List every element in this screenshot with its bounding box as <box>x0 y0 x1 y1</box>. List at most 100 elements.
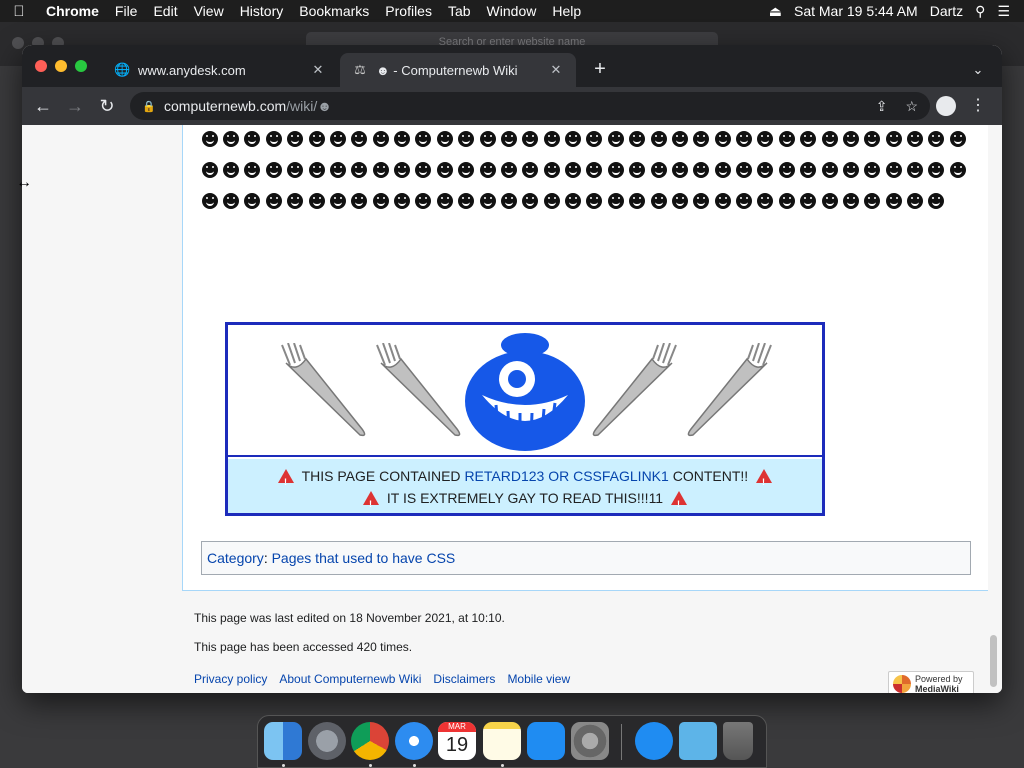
smiley-face-icon <box>714 193 731 209</box>
window-close-icon[interactable] <box>35 60 47 72</box>
forward-arrow-icon[interactable]: → <box>62 94 88 118</box>
menubar-status-area: ⏏ Sat Mar 19 5:44 AM Dartz ⚲ ☰ <box>769 3 1024 20</box>
smiley-face-icon <box>287 193 304 209</box>
menu-history[interactable]: History <box>232 0 292 22</box>
address-bar[interactable]: 🔒 computernewb.com/wiki/☻ ⇪ ☆ <box>130 92 930 120</box>
spotlight-search-icon[interactable]: ⚲ <box>975 3 985 20</box>
tab-title: ☻ - Computernewb Wiki <box>376 62 518 78</box>
powered-by-mediawiki-badge[interactable]: Powered by MediaWiki <box>888 671 974 693</box>
smiley-face-icon <box>821 193 838 209</box>
smiley-face-icon <box>201 193 218 209</box>
eject-icon[interactable]: ⏏ <box>769 3 782 20</box>
profile-avatar-icon[interactable] <box>936 96 956 116</box>
control-center-icon[interactable]: ☰ <box>997 3 1010 20</box>
new-tab-icon[interactable]: + <box>588 58 612 82</box>
smiley-face-icon <box>736 193 753 209</box>
reload-icon[interactable]: ↻ <box>94 94 120 118</box>
smiley-face-icon <box>565 193 582 209</box>
finder-icon[interactable] <box>264 722 302 760</box>
smiley-face-icon <box>543 162 560 178</box>
tab-anydesk[interactable]: 🌐 www.anydesk.com ✕ <box>102 53 338 87</box>
menubar-clock[interactable]: Sat Mar 19 5:44 AM <box>794 3 918 19</box>
tab-search-chevron-icon[interactable]: ⌄ <box>966 58 990 82</box>
warning-triangle-icon <box>756 469 773 493</box>
chrome-icon[interactable] <box>351 722 389 760</box>
smiley-face-icon <box>244 162 261 178</box>
menu-view[interactable]: View <box>186 0 232 22</box>
window-minimize-icon[interactable] <box>55 60 67 72</box>
notes-icon[interactable] <box>483 722 521 760</box>
smiley-face-icon <box>693 193 710 209</box>
footer-link-mobile-view[interactable]: Mobile view <box>507 672 570 686</box>
smiley-face-icon <box>415 162 432 178</box>
smiley-face-icon <box>308 131 325 147</box>
lock-icon[interactable]: 🔒 <box>142 100 156 113</box>
bookmark-star-icon[interactable]: ☆ <box>905 98 918 115</box>
menu-tab[interactable]: Tab <box>440 0 479 22</box>
menu-app-name[interactable]: Chrome <box>38 0 107 22</box>
tab-computernewb-wiki[interactable]: ⚖ ☻ - Computernewb Wiki ✕ <box>340 53 576 87</box>
wiki-favicon-icon: ⚖ <box>354 62 366 77</box>
app-store-download-icon[interactable] <box>635 722 673 760</box>
downloads-folder-icon[interactable] <box>679 722 717 760</box>
smiley-face-icon <box>415 193 432 209</box>
share-icon[interactable]: ⇪ <box>876 98 888 115</box>
smiley-face-icon <box>329 193 346 209</box>
system-preferences-icon[interactable] <box>571 722 609 760</box>
mediawiki-logo-icon <box>893 675 911 693</box>
smiley-face-icon <box>436 131 453 147</box>
vertical-scrollbar[interactable] <box>990 635 997 687</box>
globe-icon: 🌐 <box>114 62 131 77</box>
blue-grinning-face-image <box>465 333 585 451</box>
smiley-face-icon <box>436 162 453 178</box>
footer-info: This page was last edited on 18 November… <box>194 611 505 669</box>
menu-bookmarks[interactable]: Bookmarks <box>291 0 377 22</box>
smiley-face-icon <box>265 131 282 147</box>
tab-close-icon[interactable]: ✕ <box>548 62 564 78</box>
smiley-face-icon <box>543 131 560 147</box>
smiley-face-icon <box>907 162 924 178</box>
smiley-face-icon <box>928 162 945 178</box>
smiley-face-icon <box>394 162 411 178</box>
smiley-face-icon <box>458 162 475 178</box>
smiley-face-icon <box>885 162 902 178</box>
running-indicator <box>369 764 372 767</box>
tab-close-icon[interactable]: ✕ <box>310 62 326 78</box>
back-arrow-icon[interactable]: ← <box>30 94 56 118</box>
warning-box: THIS PAGE CONTAINED RETARD123 OR CSSFAGL… <box>225 322 825 516</box>
category-value-link[interactable]: Pages that used to have CSS <box>272 550 456 566</box>
footer-link-disclaimers[interactable]: Disclaimers <box>433 672 495 686</box>
footer-link-privacy[interactable]: Privacy policy <box>194 672 267 686</box>
smiley-face-icon <box>821 131 838 147</box>
menu-file[interactable]: File <box>107 0 146 22</box>
app-store-icon[interactable] <box>527 722 565 760</box>
smiley-face-icon <box>351 162 368 178</box>
launchpad-icon[interactable] <box>308 722 346 760</box>
safari-icon[interactable] <box>395 722 433 760</box>
running-indicator <box>282 764 285 767</box>
chrome-menu-icon[interactable]: ⋮ <box>970 94 986 118</box>
menu-edit[interactable]: Edit <box>145 0 185 22</box>
menubar-user[interactable]: Dartz <box>930 3 963 19</box>
category-links: Category: Pages that used to have CSS <box>201 541 971 575</box>
menu-help[interactable]: Help <box>544 0 589 22</box>
warning-line-1-suffix: CONTENT!! <box>668 468 749 484</box>
menu-window[interactable]: Window <box>479 0 545 22</box>
fork-image-1 <box>281 343 366 437</box>
menu-profiles[interactable]: Profiles <box>377 0 440 22</box>
tab-title: www.anydesk.com <box>138 62 246 78</box>
smiley-face-icon <box>223 193 240 209</box>
smiley-face-icon <box>864 193 881 209</box>
smiley-face-icon <box>394 193 411 209</box>
smiley-face-icon <box>436 193 453 209</box>
calendar-icon[interactable]: MAR 19 <box>438 722 476 760</box>
smiley-face-icon <box>800 131 817 147</box>
smiley-face-icon <box>201 162 218 178</box>
footer-link-about[interactable]: About Computernewb Wiki <box>279 672 421 686</box>
window-zoom-icon[interactable] <box>75 60 87 72</box>
warning-line-1-link[interactable]: RETARD123 OR CSSFAGLINK1 <box>464 468 668 484</box>
category-label-link[interactable]: Category <box>207 550 264 566</box>
apple-menu-icon[interactable]:  <box>0 3 38 20</box>
smiley-face-icon <box>736 131 753 147</box>
trash-icon[interactable] <box>723 722 753 760</box>
